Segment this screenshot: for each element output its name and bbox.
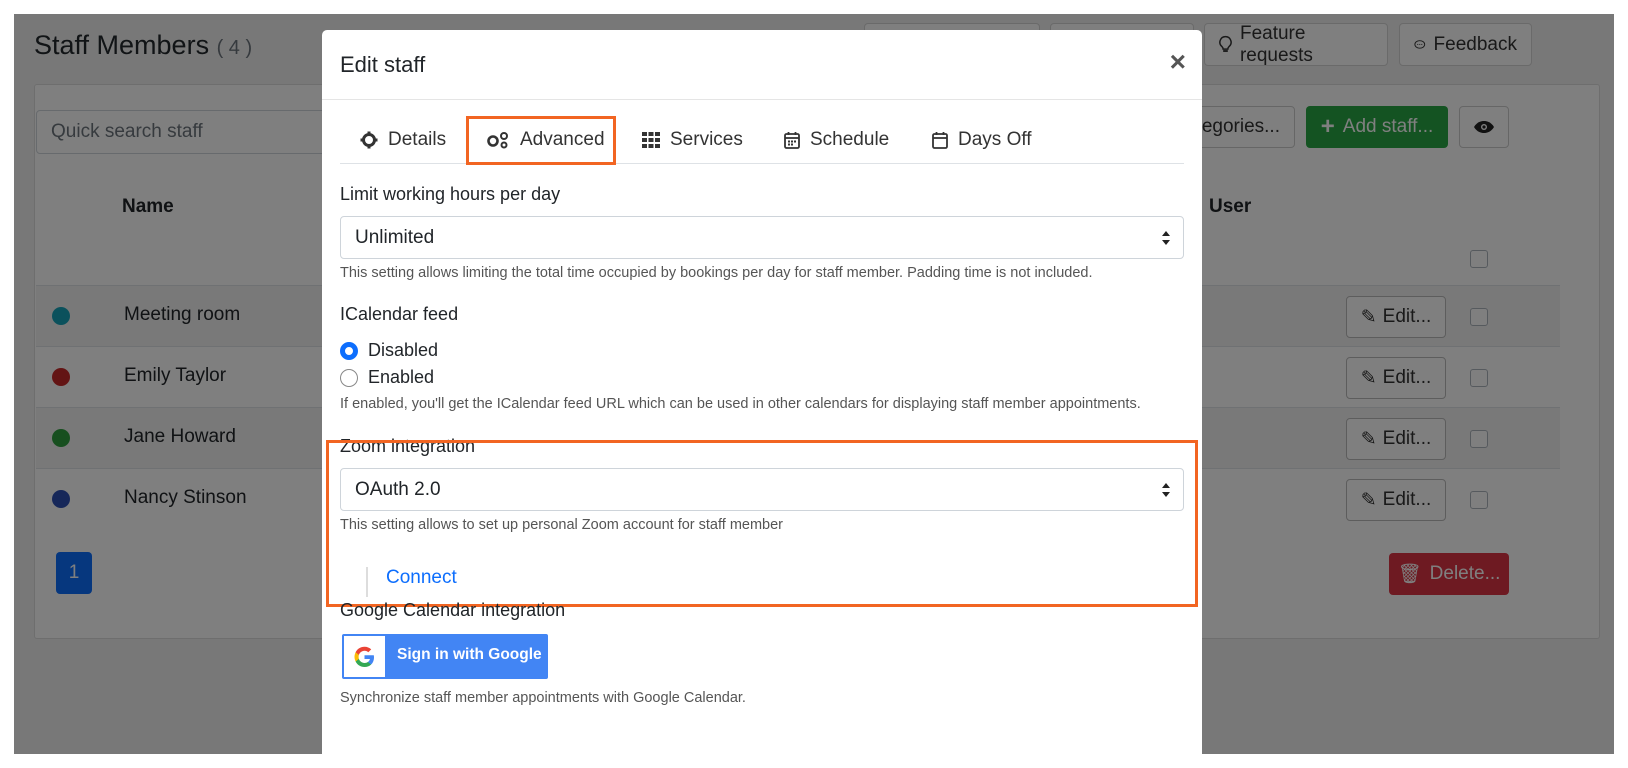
tab-details[interactable]: Details <box>360 116 446 164</box>
limit-hours-label: Limit working hours per day <box>340 184 561 204</box>
radio-label: Enabled <box>368 367 435 387</box>
icalendar-enabled-radio[interactable]: Enabled <box>340 367 434 388</box>
screenshot-frame: Staff Members ( 4 ) Feature requests Fee… <box>14 14 1614 754</box>
gear-icon <box>360 131 378 149</box>
edit-staff-modal: Edit staff × Details Advanced Services S… <box>322 30 1202 754</box>
tab-services-label: Services <box>670 129 743 150</box>
modal-title: Edit staff <box>340 52 426 77</box>
radio-label: Disabled <box>368 340 439 360</box>
limit-hours-value: Unlimited <box>355 227 435 248</box>
calendar-week-icon <box>784 132 800 149</box>
modal-header: Edit staff × <box>322 30 1202 100</box>
tab-days-off-label: Days Off <box>958 129 1032 150</box>
grid-icon <box>642 132 660 148</box>
tab-details-label: Details <box>388 129 447 150</box>
sign-in-google-label: Sign in with Google <box>397 646 542 663</box>
zoom-highlight <box>326 440 1198 607</box>
google-g-icon <box>354 646 374 667</box>
google-calendar-label: Google Calendar integration <box>340 600 566 620</box>
tab-schedule[interactable]: Schedule <box>784 116 889 164</box>
advanced-tab-highlight <box>466 116 616 165</box>
google-calendar-help: Synchronize staff member appointments wi… <box>340 690 746 706</box>
limit-hours-select[interactable]: Unlimited <box>340 216 1184 259</box>
sign-in-google-button[interactable]: Sign in with Google <box>342 634 548 679</box>
calendar-icon <box>932 132 948 149</box>
limit-hours-help: This setting allows limiting the total t… <box>340 265 1093 281</box>
radio-unchecked-icon <box>340 368 358 387</box>
radio-checked-icon <box>340 341 358 360</box>
tab-days-off[interactable]: Days Off <box>932 116 1032 164</box>
close-icon[interactable]: × <box>1170 48 1186 76</box>
icalendar-label: ICalendar feed <box>340 304 459 324</box>
icalendar-help: If enabled, you'll get the ICalendar fee… <box>340 396 1141 412</box>
google-logo-box <box>344 636 385 677</box>
select-arrows-icon <box>1162 231 1170 245</box>
icalendar-disabled-radio[interactable]: Disabled <box>340 340 438 361</box>
tab-services[interactable]: Services <box>642 116 743 164</box>
tab-schedule-label: Schedule <box>810 129 890 150</box>
